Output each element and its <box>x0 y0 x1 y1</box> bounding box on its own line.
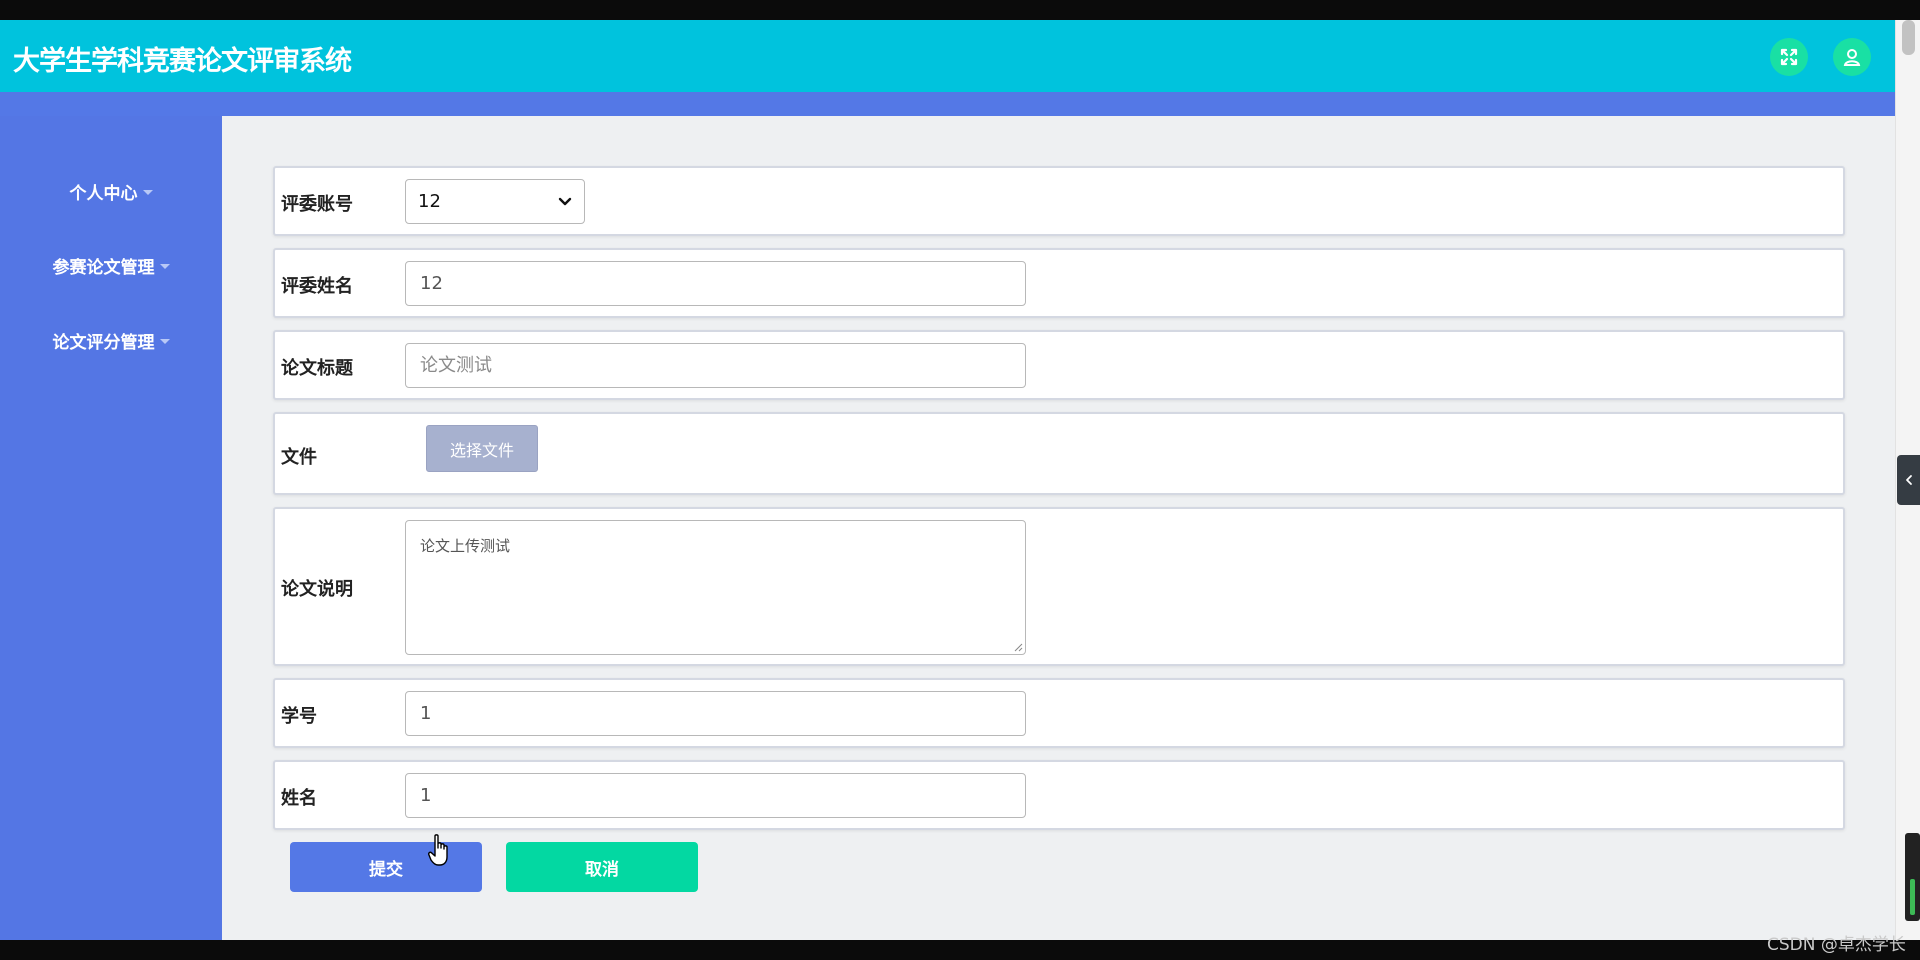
sidebar: 个人中心 参赛论文管理 论文评分管理 <box>0 116 222 940</box>
header-bar: 大学生学科竞赛论文评审系统 <box>0 20 1895 92</box>
field-label: 姓名 <box>281 788 317 809</box>
chevron-down-icon <box>558 197 572 206</box>
input-value: 1 <box>420 785 432 806</box>
user-button[interactable] <box>1833 38 1871 76</box>
student-id-input[interactable]: 1 <box>405 691 1026 736</box>
chevron-left-icon <box>1905 475 1912 485</box>
caret-down-icon <box>159 263 170 269</box>
screen-top-border <box>0 0 1920 20</box>
app-title: 大学生学科竞赛论文评审系统 <box>13 46 352 77</box>
sidebar-item-score-management[interactable]: 论文评分管理 <box>0 325 222 355</box>
field-label: 评委账号 <box>281 194 353 215</box>
field-label: 论文说明 <box>281 579 353 600</box>
sidebar-item-label: 论文评分管理 <box>52 332 155 353</box>
form-row-student-name: 姓名 1 <box>273 760 1845 830</box>
caret-down-icon <box>159 338 170 344</box>
form-row-reviewer-name: 评委姓名 12 <box>273 248 1845 318</box>
paper-title-input[interactable]: 论文测试 <box>405 343 1026 388</box>
input-value: 12 <box>420 273 443 294</box>
caret-down-icon <box>142 189 153 195</box>
fullscreen-button[interactable] <box>1770 38 1808 76</box>
form-row-paper-title: 论文标题 论文测试 <box>273 330 1845 400</box>
watermark-text: CSDN @卓杰学长 <box>1767 935 1906 955</box>
fullscreen-icon <box>1780 48 1798 66</box>
sidebar-item-label: 参赛论文管理 <box>52 257 155 278</box>
form-row-student-id: 学号 1 <box>273 678 1845 748</box>
collapse-panel-button[interactable] <box>1897 455 1920 505</box>
input-value: 1 <box>420 703 432 724</box>
sidebar-item-personal-center[interactable]: 个人中心 <box>0 176 222 206</box>
volume-meter <box>1905 833 1920 921</box>
textarea-value: 论文上传测试 <box>420 537 511 555</box>
app-window: 大学生学科竞赛论文评审系统 个人中心 参赛论文管理 论文评分管理 评委账号 12… <box>0 20 1895 940</box>
reviewer-name-input[interactable]: 12 <box>405 261 1026 306</box>
field-label: 评委姓名 <box>281 276 353 297</box>
sidebar-item-paper-management[interactable]: 参赛论文管理 <box>0 250 222 280</box>
form-row-reviewer-account: 评委账号 12 <box>273 166 1845 236</box>
resize-handle-icon[interactable] <box>1013 642 1023 652</box>
header-subbar <box>0 92 1895 116</box>
form-row-file: 文件 选择文件 <box>273 412 1845 495</box>
form-row-paper-description: 论文说明 论文上传测试 <box>273 507 1845 666</box>
main-content: 评委账号 12 评委姓名 12 论文标题 论文测试 文件 选择文件 论文说明 论… <box>222 116 1895 940</box>
student-name-input[interactable]: 1 <box>405 773 1026 818</box>
field-label: 论文标题 <box>281 358 353 379</box>
submit-button[interactable]: 提交 <box>290 842 482 892</box>
user-icon <box>1843 49 1861 66</box>
choose-file-button[interactable]: 选择文件 <box>426 425 538 472</box>
scrollbar-thumb[interactable] <box>1902 20 1915 55</box>
reviewer-account-select[interactable]: 12 <box>405 179 585 224</box>
cancel-button[interactable]: 取消 <box>506 842 698 892</box>
screen-bottom-border <box>0 940 1920 960</box>
input-value: 论文测试 <box>420 355 492 376</box>
field-label: 学号 <box>281 706 317 727</box>
sidebar-item-label: 个人中心 <box>69 183 138 204</box>
field-label: 文件 <box>281 447 317 468</box>
select-value: 12 <box>418 191 441 212</box>
paper-description-textarea[interactable]: 论文上传测试 <box>405 520 1026 655</box>
volume-level-bar <box>1910 879 1915 915</box>
hand-cursor-icon <box>428 834 448 866</box>
